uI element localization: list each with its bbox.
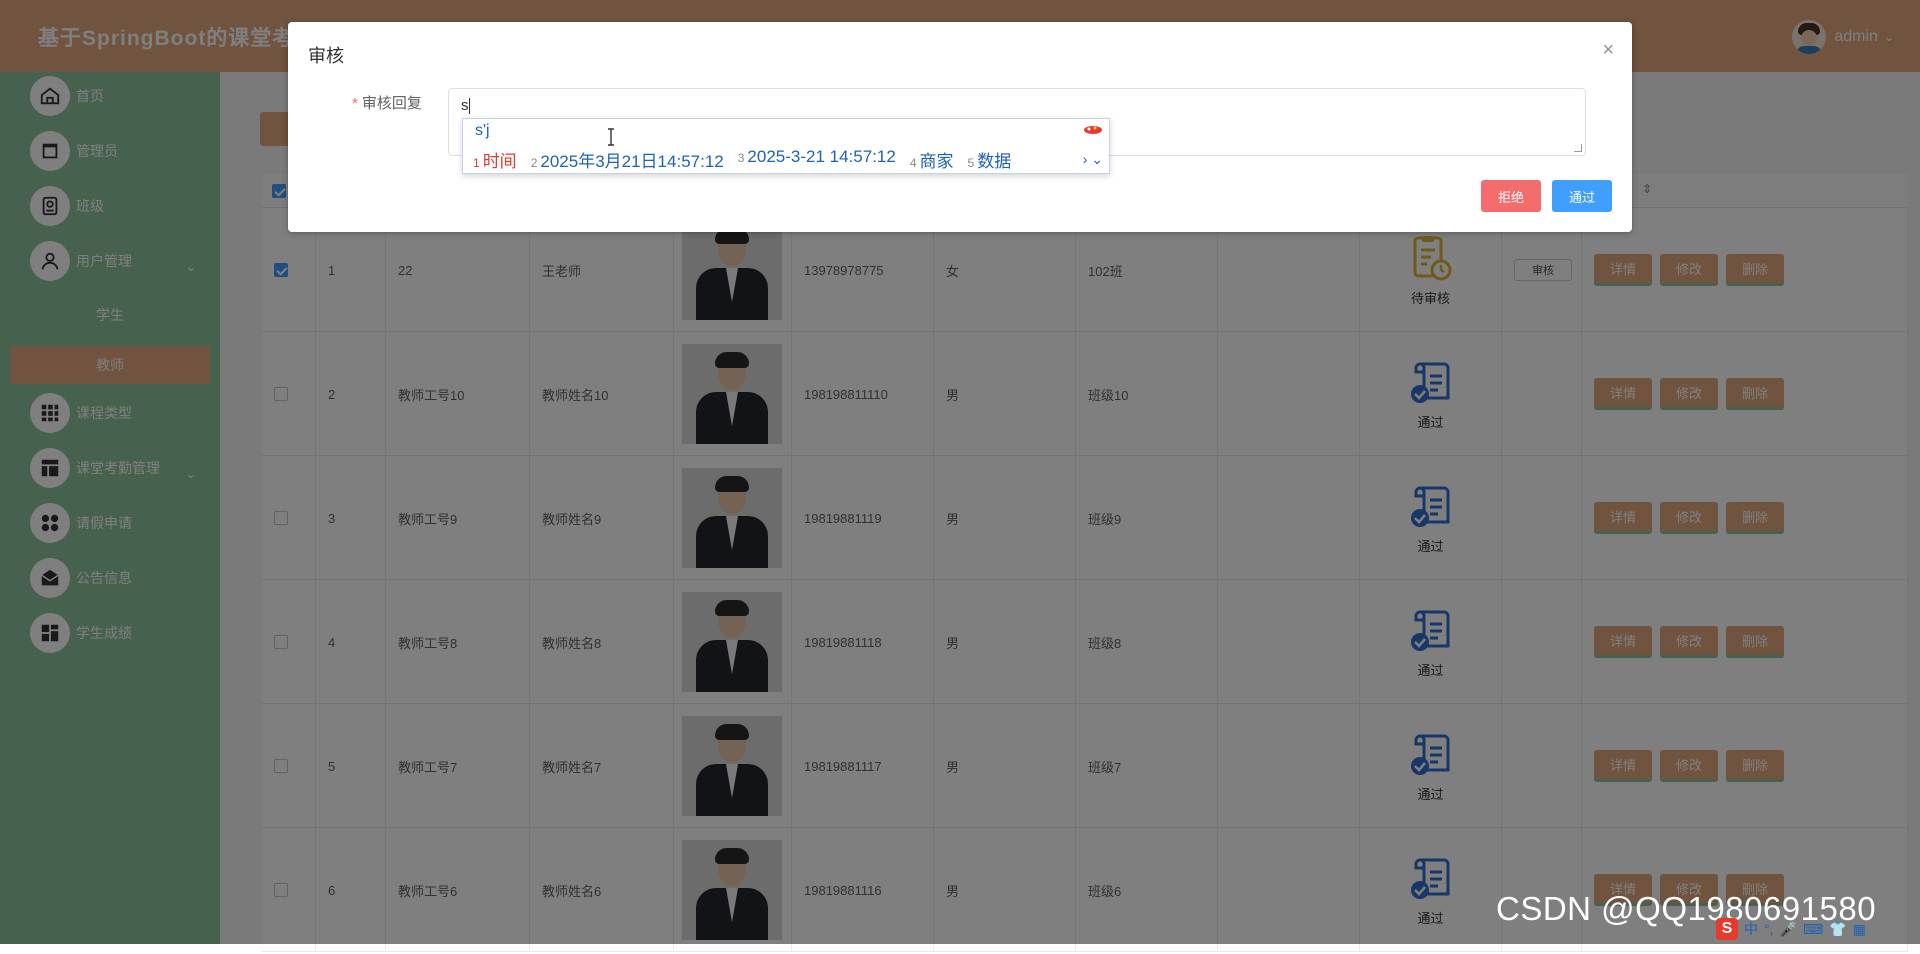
ime-candidate[interactable]: 1 时间 [473,147,517,172]
ime-candidate[interactable]: 4 商家 [910,147,954,172]
ime-candidates: 1 时间 2 2025年3月21日14:57:12 3 2025-3-21 14:57:1… [473,147,1025,172]
candidate-number: 1 [473,156,480,170]
skin-icon[interactable]: 👕 [1829,921,1846,938]
microphone-icon[interactable]: 🎤 [1780,921,1797,938]
dialog-title: 审核 [308,46,344,66]
pass-button[interactable]: 通过 [1552,180,1612,212]
keyboard-icon[interactable]: ⌨ [1803,921,1823,938]
candidate-text: 商家 [919,152,954,171]
candidate-number: 2 [530,156,538,170]
candidate-text: 2025-3-21 14:57:12 [747,147,896,166]
ime-candidate[interactable]: 3 2025-3-21 14:57:12 [738,147,896,172]
ime-candidate[interactable]: 2 2025年3月21日14:57:12 [531,147,724,172]
candidate-text: 2025年3月21日14:57:12 [540,152,724,171]
candidate-text: 数据 [977,152,1012,171]
reply-label: * 审核回复 [352,95,422,112]
tray-item-punct[interactable]: °, [1764,921,1774,937]
ime-page-arrows[interactable]: › ⌄ [1083,151,1103,168]
ime-candidate-window: s'j 1 时间 2 2025年3月21日14:57:12 3 2025-3-21 14:… [462,118,1110,174]
candidate-text: 时间 [482,152,517,171]
close-icon[interactable]: × [1602,40,1614,60]
ime-composition: s'j [475,122,490,139]
reject-button[interactable]: 拒绝 [1481,180,1541,212]
toolbox-icon[interactable]: ▦ [1853,921,1866,938]
ime-tray: S 中 °, 🎤 ⌨ 👕 ▦ [1716,918,1916,940]
candidate-number: 4 [909,156,917,170]
candidate-number: 3 [737,151,745,165]
candidate-number: 5 [967,156,975,170]
text-cursor-icon [608,128,614,146]
sogou-logo-icon[interactable]: S [1716,918,1738,940]
ime-skin-icon[interactable] [1083,123,1103,135]
ime-candidate[interactable]: 5 数据 [968,147,1012,172]
tray-item-lang[interactable]: 中 [1744,919,1758,939]
